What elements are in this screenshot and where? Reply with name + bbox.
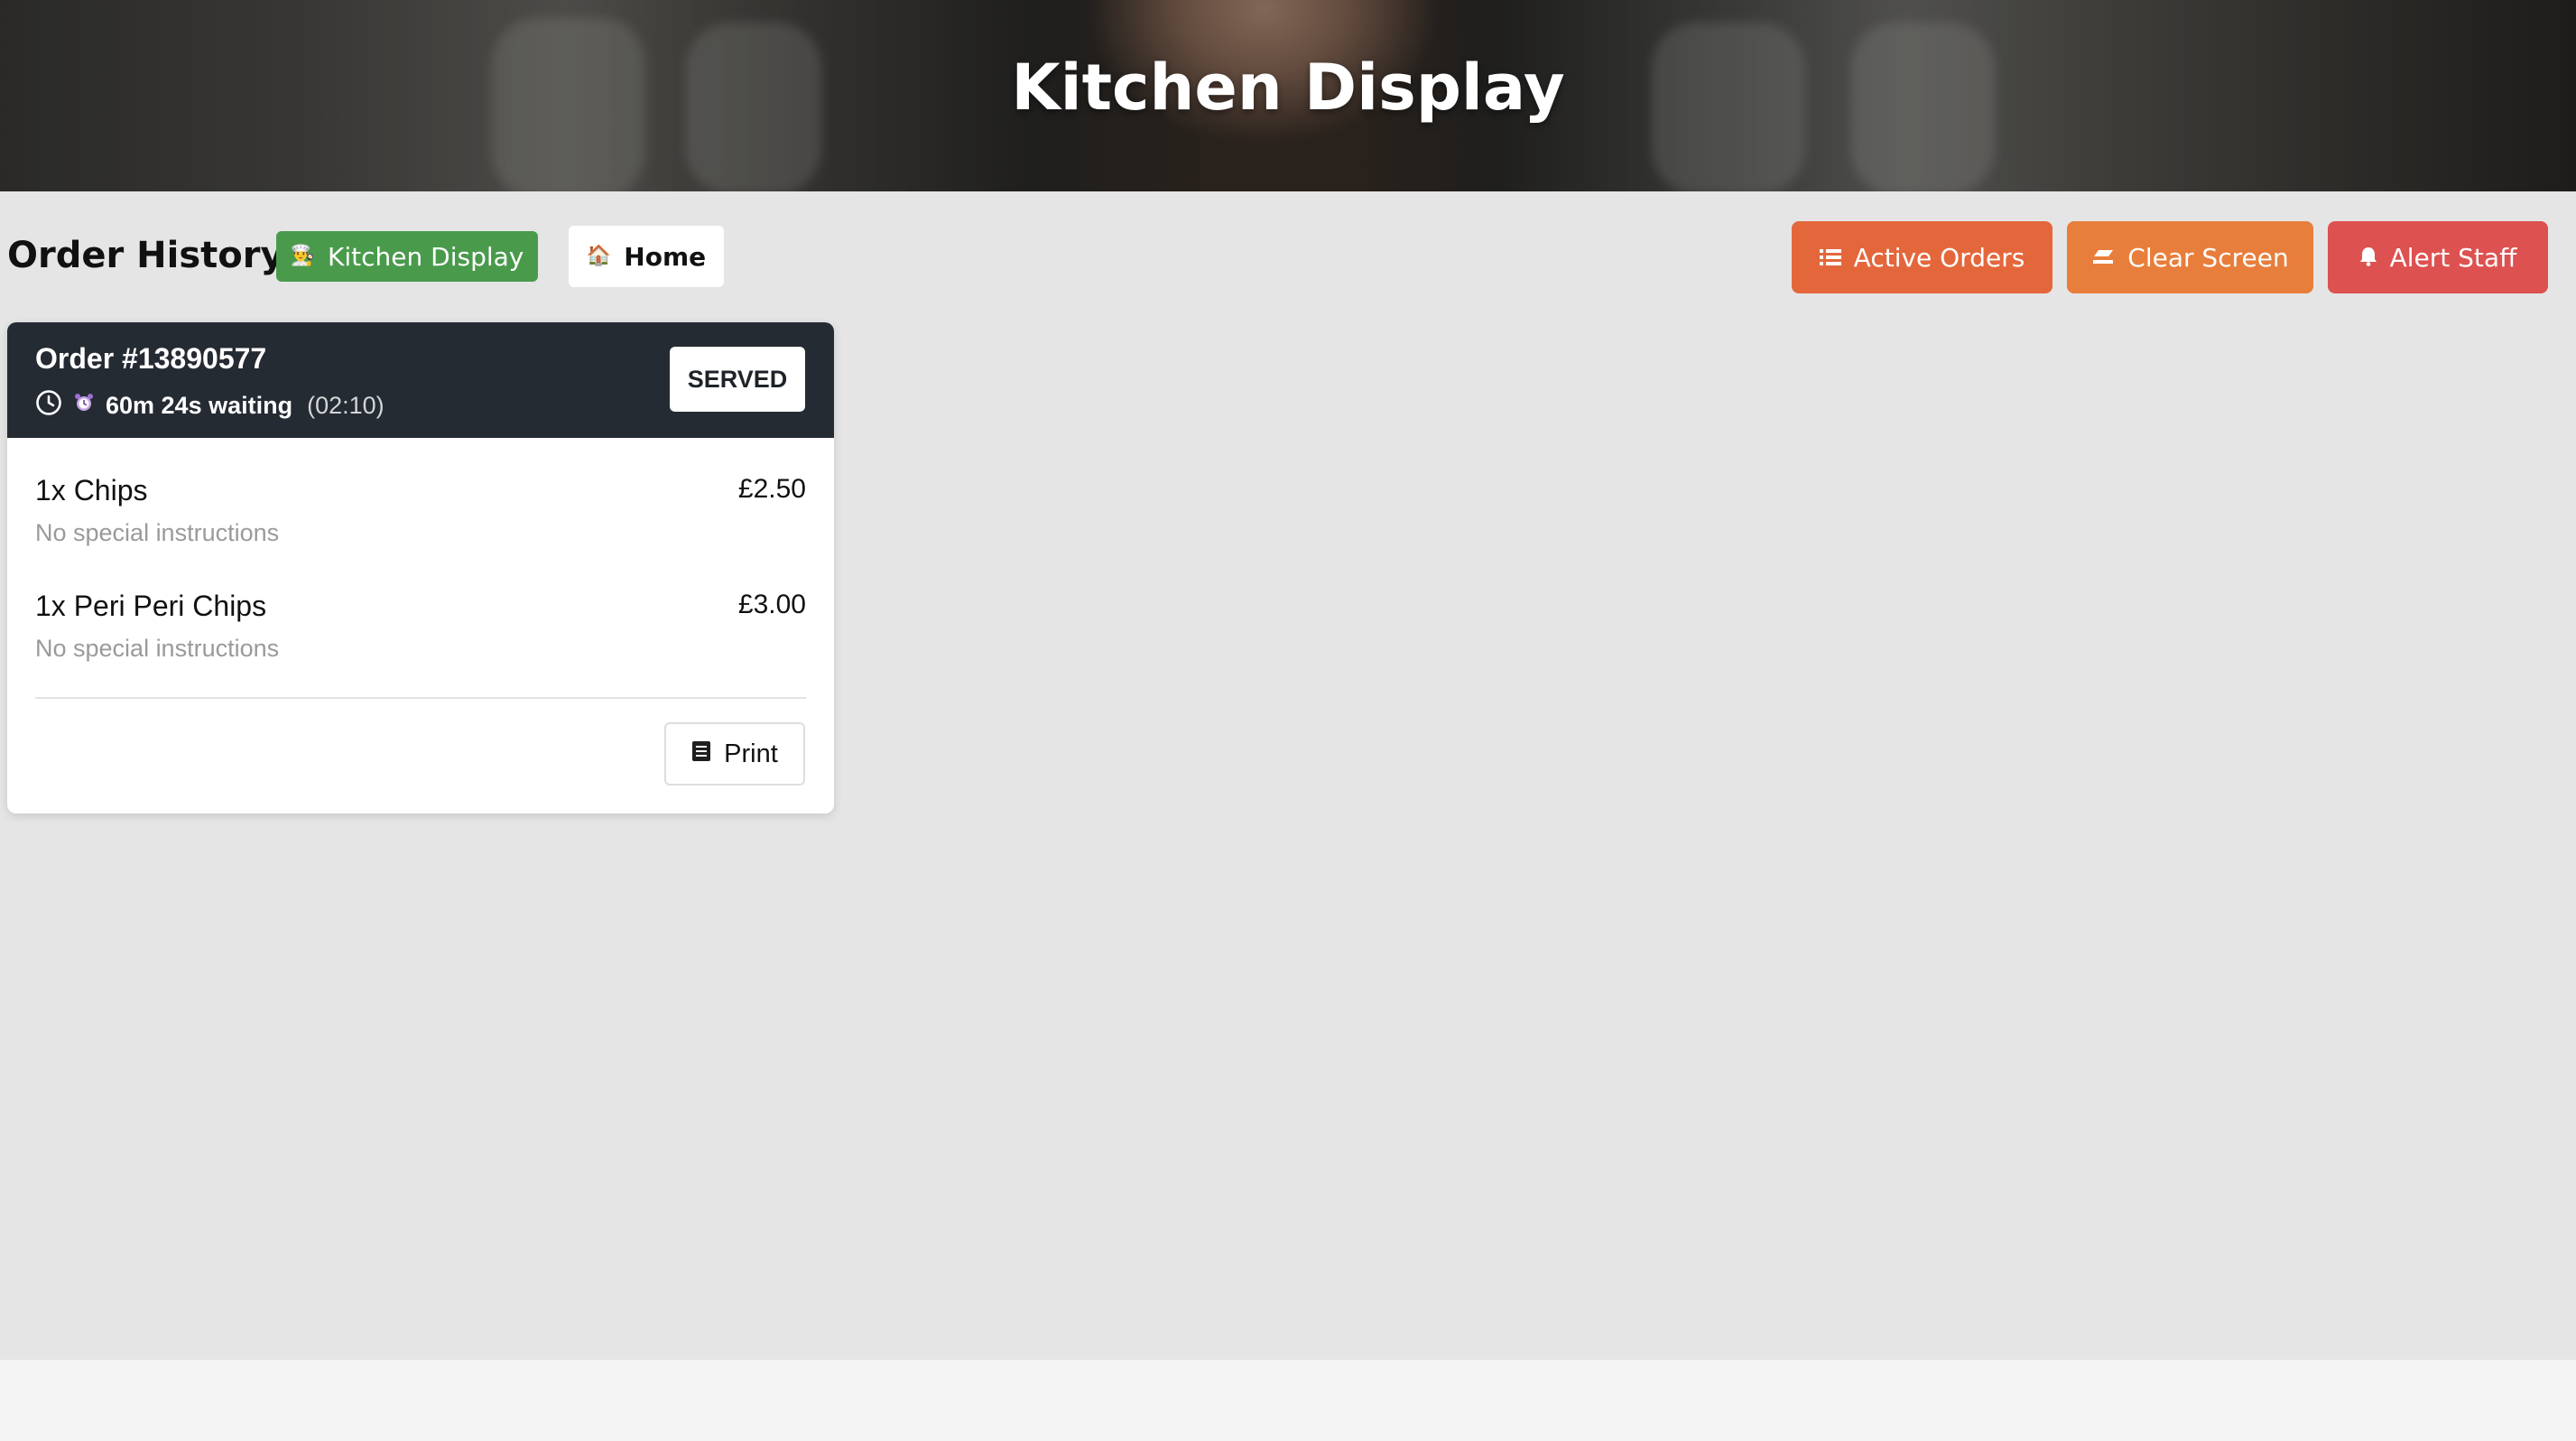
card-divider	[35, 697, 806, 699]
clear-screen-label: Clear Screen	[2127, 242, 2289, 273]
print-label: Print	[724, 739, 778, 768]
status-badge: SERVED	[670, 347, 805, 412]
receipt-icon	[691, 739, 711, 769]
list-icon	[1819, 243, 1841, 273]
alarm-clock-icon	[73, 392, 95, 420]
eraser-icon	[2091, 243, 2115, 273]
clock-icon	[35, 389, 62, 423]
order-wait-info: 60m 24s waiting (02:10)	[35, 389, 385, 423]
bell-icon	[2359, 243, 2377, 273]
item-price: £2.50	[737, 474, 806, 504]
item-instructions: No special instructions	[35, 635, 280, 662]
house-icon: 🏠	[586, 245, 612, 267]
hero-banner: Kitchen Display	[0, 0, 2576, 191]
section-title: Order History	[7, 235, 284, 276]
kitchen-display-button[interactable]: 👨‍🍳 Kitchen Display	[276, 231, 538, 282]
order-card: Order #13890577 60m 24s waiting (02:10) …	[7, 322, 834, 813]
order-item: 1x Chips £2.50 No special instructions	[35, 474, 806, 555]
home-button[interactable]: 🏠 Home	[569, 226, 724, 287]
page-title: Kitchen Display	[1011, 51, 1565, 125]
order-card-header: Order #13890577 60m 24s waiting (02:10) …	[7, 322, 834, 438]
kitchen-display-label: Kitchen Display	[328, 241, 524, 272]
item-instructions: No special instructions	[35, 519, 280, 546]
alert-staff-button[interactable]: Alert Staff	[2328, 221, 2548, 293]
order-number: Order #13890577	[35, 342, 267, 375]
waiting-duration: 60m 24s waiting	[106, 392, 293, 419]
item-price: £3.00	[737, 590, 806, 619]
page-footer	[0, 1360, 2576, 1441]
home-label: Home	[624, 241, 707, 272]
item-name: 1x Peri Peri Chips	[35, 590, 267, 622]
print-button[interactable]: Print	[664, 722, 805, 786]
cook-icon: 👨‍🍳	[290, 245, 316, 267]
item-name: 1x Chips	[35, 474, 148, 507]
main-content: Order History 👨‍🍳 Kitchen Display 🏠 Home…	[0, 191, 2576, 1360]
active-orders-label: Active Orders	[1853, 242, 2025, 273]
order-item: 1x Peri Peri Chips £3.00 No special inst…	[35, 590, 806, 671]
alert-staff-label: Alert Staff	[2389, 242, 2517, 273]
clear-screen-button[interactable]: Clear Screen	[2067, 221, 2313, 293]
active-orders-button[interactable]: Active Orders	[1792, 221, 2052, 293]
order-time: (02:10)	[307, 392, 385, 419]
